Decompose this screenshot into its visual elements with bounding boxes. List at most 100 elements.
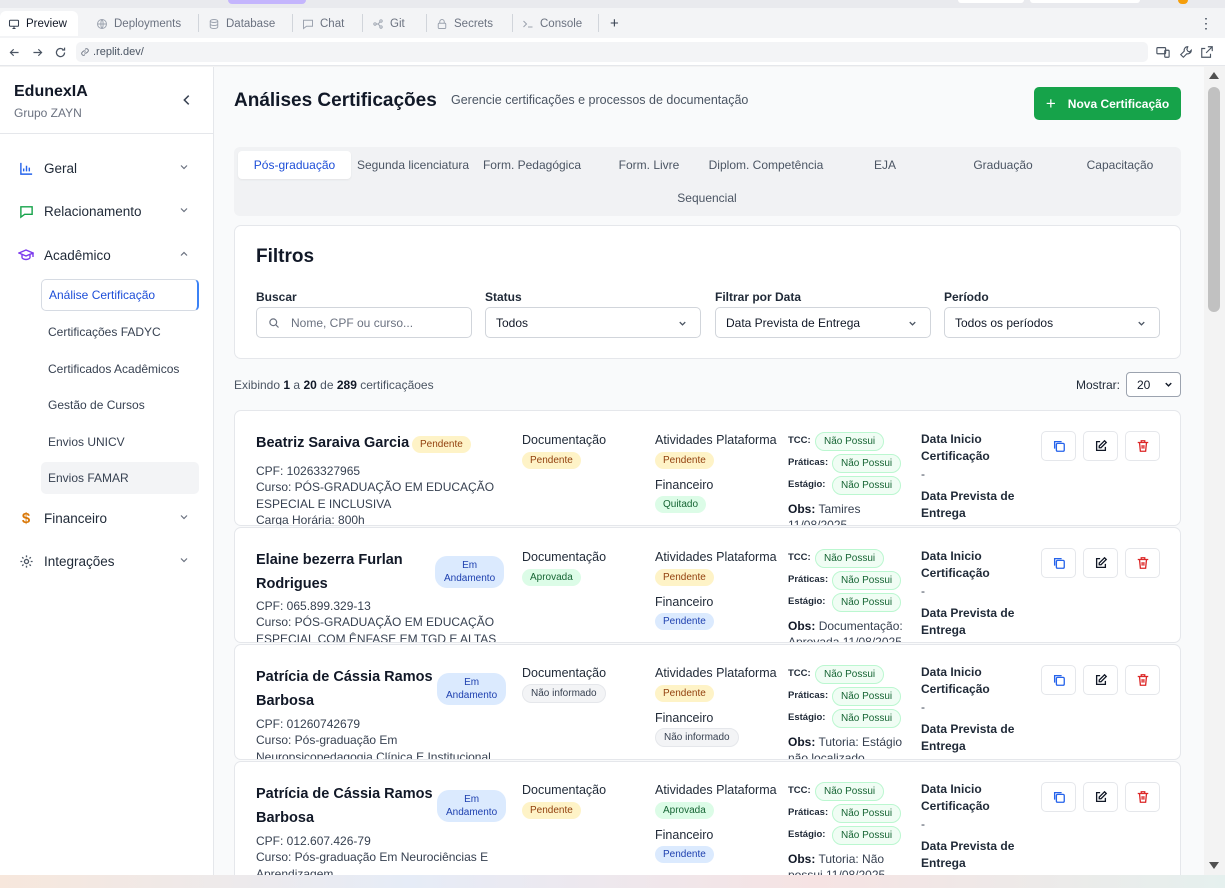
trash-icon: [1137, 557, 1148, 569]
tab-sequencial[interactable]: Sequencial: [649, 184, 765, 212]
sidebar-subitem-gestao-cursos[interactable]: Gestão de Cursos: [41, 389, 199, 421]
sidebar-subitem-envios-famar[interactable]: Envios FAMAR: [41, 462, 199, 494]
summary-from: 1: [283, 378, 291, 392]
edit-button[interactable]: [1083, 782, 1118, 812]
edit-button[interactable]: [1083, 548, 1118, 578]
delete-button[interactable]: [1125, 548, 1160, 578]
copy-button[interactable]: [1041, 665, 1076, 695]
student-name: Elaine bezerra Furlan Rodrigues: [256, 548, 403, 596]
new-tab-button[interactable]: +: [602, 11, 627, 36]
page-size-select[interactable]: 20: [1126, 372, 1181, 397]
tab-capacitacao[interactable]: Capacitação: [1062, 151, 1178, 179]
status-select[interactable]: Todos: [485, 307, 701, 338]
tab-label: Deployments: [114, 17, 182, 30]
search-icon: [269, 318, 279, 328]
search-input[interactable]: Nome, CPF ou curso...: [256, 307, 472, 338]
copy-icon: [1053, 674, 1065, 686]
edit-icon: [1095, 556, 1107, 569]
sidebar-item-academico[interactable]: Acadêmico: [18, 242, 198, 268]
tab-diplom-competencia[interactable]: Diplom. Competência: [708, 151, 824, 179]
forward-icon[interactable]: [29, 44, 45, 60]
back-icon[interactable]: [6, 44, 22, 60]
browser-tab-git[interactable]: Git: [364, 11, 413, 36]
sidebar-subitem-certificacoes-fadyc[interactable]: Certificações FADYC: [41, 316, 199, 348]
copy-button[interactable]: [1041, 548, 1076, 578]
scroll-up-arrow[interactable]: [1209, 72, 1219, 79]
more-options-icon[interactable]: ⋮: [1199, 15, 1213, 32]
browser-tab-database[interactable]: Database: [200, 11, 283, 36]
category-tabs: Pós-graduação Segunda licenciatura Form.…: [234, 147, 1181, 216]
summary-total: 289: [336, 378, 357, 392]
documentacao-label: Documentação: [522, 550, 607, 564]
top-right-pill: [1030, 0, 1140, 3]
scroll-down-arrow[interactable]: [1209, 862, 1219, 869]
sidebar-item-relacionamento[interactable]: Relacionamento: [18, 198, 198, 224]
tab-graduacao[interactable]: Graduação: [945, 151, 1061, 179]
sidebar-item-label: Relacionamento: [44, 203, 142, 219]
label-text: Entrega: [921, 856, 966, 870]
tcc-label: TCC:: [788, 435, 811, 446]
reload-icon[interactable]: [52, 44, 68, 60]
button-label: Nova Certificação: [1067, 96, 1170, 111]
browser-tab-console[interactable]: Console: [514, 11, 590, 36]
status-badge: Pendente: [412, 436, 471, 453]
tab-form-pedagogica[interactable]: Form. Pedagógica: [474, 151, 590, 179]
edit-button[interactable]: [1083, 665, 1118, 695]
chevron-down-icon: [180, 515, 188, 520]
label-text: Data Inicio: [921, 432, 982, 446]
badge-line: Andamento: [444, 573, 496, 584]
url-input[interactable]: .replit.dev/: [76, 42, 1148, 62]
scrollbar-thumb[interactable]: [1208, 87, 1220, 312]
dollar-icon: $: [21, 509, 31, 527]
summary-text: certificaçãoes: [360, 378, 434, 392]
page-size-label: Mostrar:: [1076, 378, 1121, 392]
external-link-icon[interactable]: [1200, 45, 1214, 59]
copy-button[interactable]: [1041, 782, 1076, 812]
period-select[interactable]: Todos os períodos: [944, 307, 1160, 338]
tab-pos-graduacao[interactable]: Pós-graduação: [238, 151, 351, 179]
label-text: Data Inicio: [921, 782, 982, 796]
page-scrollbar[interactable]: [1204, 67, 1225, 875]
label-text: Entrega: [921, 506, 966, 520]
delete-button[interactable]: [1125, 665, 1160, 695]
browser-tab-secrets[interactable]: Secrets: [428, 11, 501, 36]
tab-eja[interactable]: EJA: [827, 151, 943, 179]
chevron-left-icon[interactable]: [180, 93, 194, 107]
new-certification-button[interactable]: + Nova Certificação: [1034, 87, 1181, 120]
badge-line: Em: [464, 794, 480, 805]
data-prevista-label: Data Prevista de Entrega: [921, 488, 1021, 522]
sidebar-item-financeiro[interactable]: $ Financeiro: [18, 505, 198, 531]
sidebar: EdunexIA Grupo ZAYN Geral Relacionamento…: [0, 67, 214, 875]
sidebar-subitem-certificados-academicos[interactable]: Certificados Acadêmicos: [41, 353, 199, 385]
tab-form-livre[interactable]: Form. Livre: [592, 151, 706, 179]
documentacao-badge: Aprovada: [522, 569, 581, 586]
browser-tab-chat[interactable]: Chat: [294, 11, 352, 36]
page-size-value: 20: [1137, 377, 1151, 392]
wrench-icon[interactable]: [1179, 45, 1193, 59]
observation: Obs: Documentação: Aprovada 11/08/2025: [788, 618, 908, 642]
edit-button[interactable]: [1083, 431, 1118, 461]
copy-button[interactable]: [1041, 431, 1076, 461]
tab-segunda-licenciatura[interactable]: Segunda licenciatura: [354, 151, 472, 179]
data-prevista-label: Data Prevista de Entrega: [921, 605, 1021, 639]
label-text: Certificação: [921, 449, 990, 463]
browser-tab-preview[interactable]: Preview: [0, 11, 78, 36]
sidebar-item-geral[interactable]: Geral: [18, 155, 198, 181]
tab-separator: [426, 14, 427, 32]
atividades-label: Atividades Plataforma: [655, 550, 777, 564]
observation: Obs: Tamires 11/08/2025: [788, 501, 908, 525]
sidebar-subitem-analise-certificacao[interactable]: Análise Certificação: [41, 279, 199, 311]
date-filter-select[interactable]: Data Prevista de Entrega: [715, 307, 931, 338]
edit-icon: [1095, 439, 1107, 452]
label-text: Certificação: [921, 799, 990, 813]
delete-button[interactable]: [1125, 782, 1160, 812]
tcc-label: TCC:: [788, 552, 811, 563]
terminal-icon: [523, 20, 533, 28]
delete-button[interactable]: [1125, 431, 1160, 461]
devices-icon[interactable]: [1156, 45, 1170, 59]
browser-tab-deployments[interactable]: Deployments: [88, 11, 189, 36]
sidebar-item-integracoes[interactable]: Integrações: [18, 548, 198, 574]
summary-text: a: [293, 378, 301, 392]
student-course: Curso: PÓS-GRADUAÇÃO EM EDUCAÇÃO ESPECIA…: [256, 615, 497, 643]
sidebar-subitem-envios-unicv[interactable]: Envios UNICV: [41, 426, 199, 458]
